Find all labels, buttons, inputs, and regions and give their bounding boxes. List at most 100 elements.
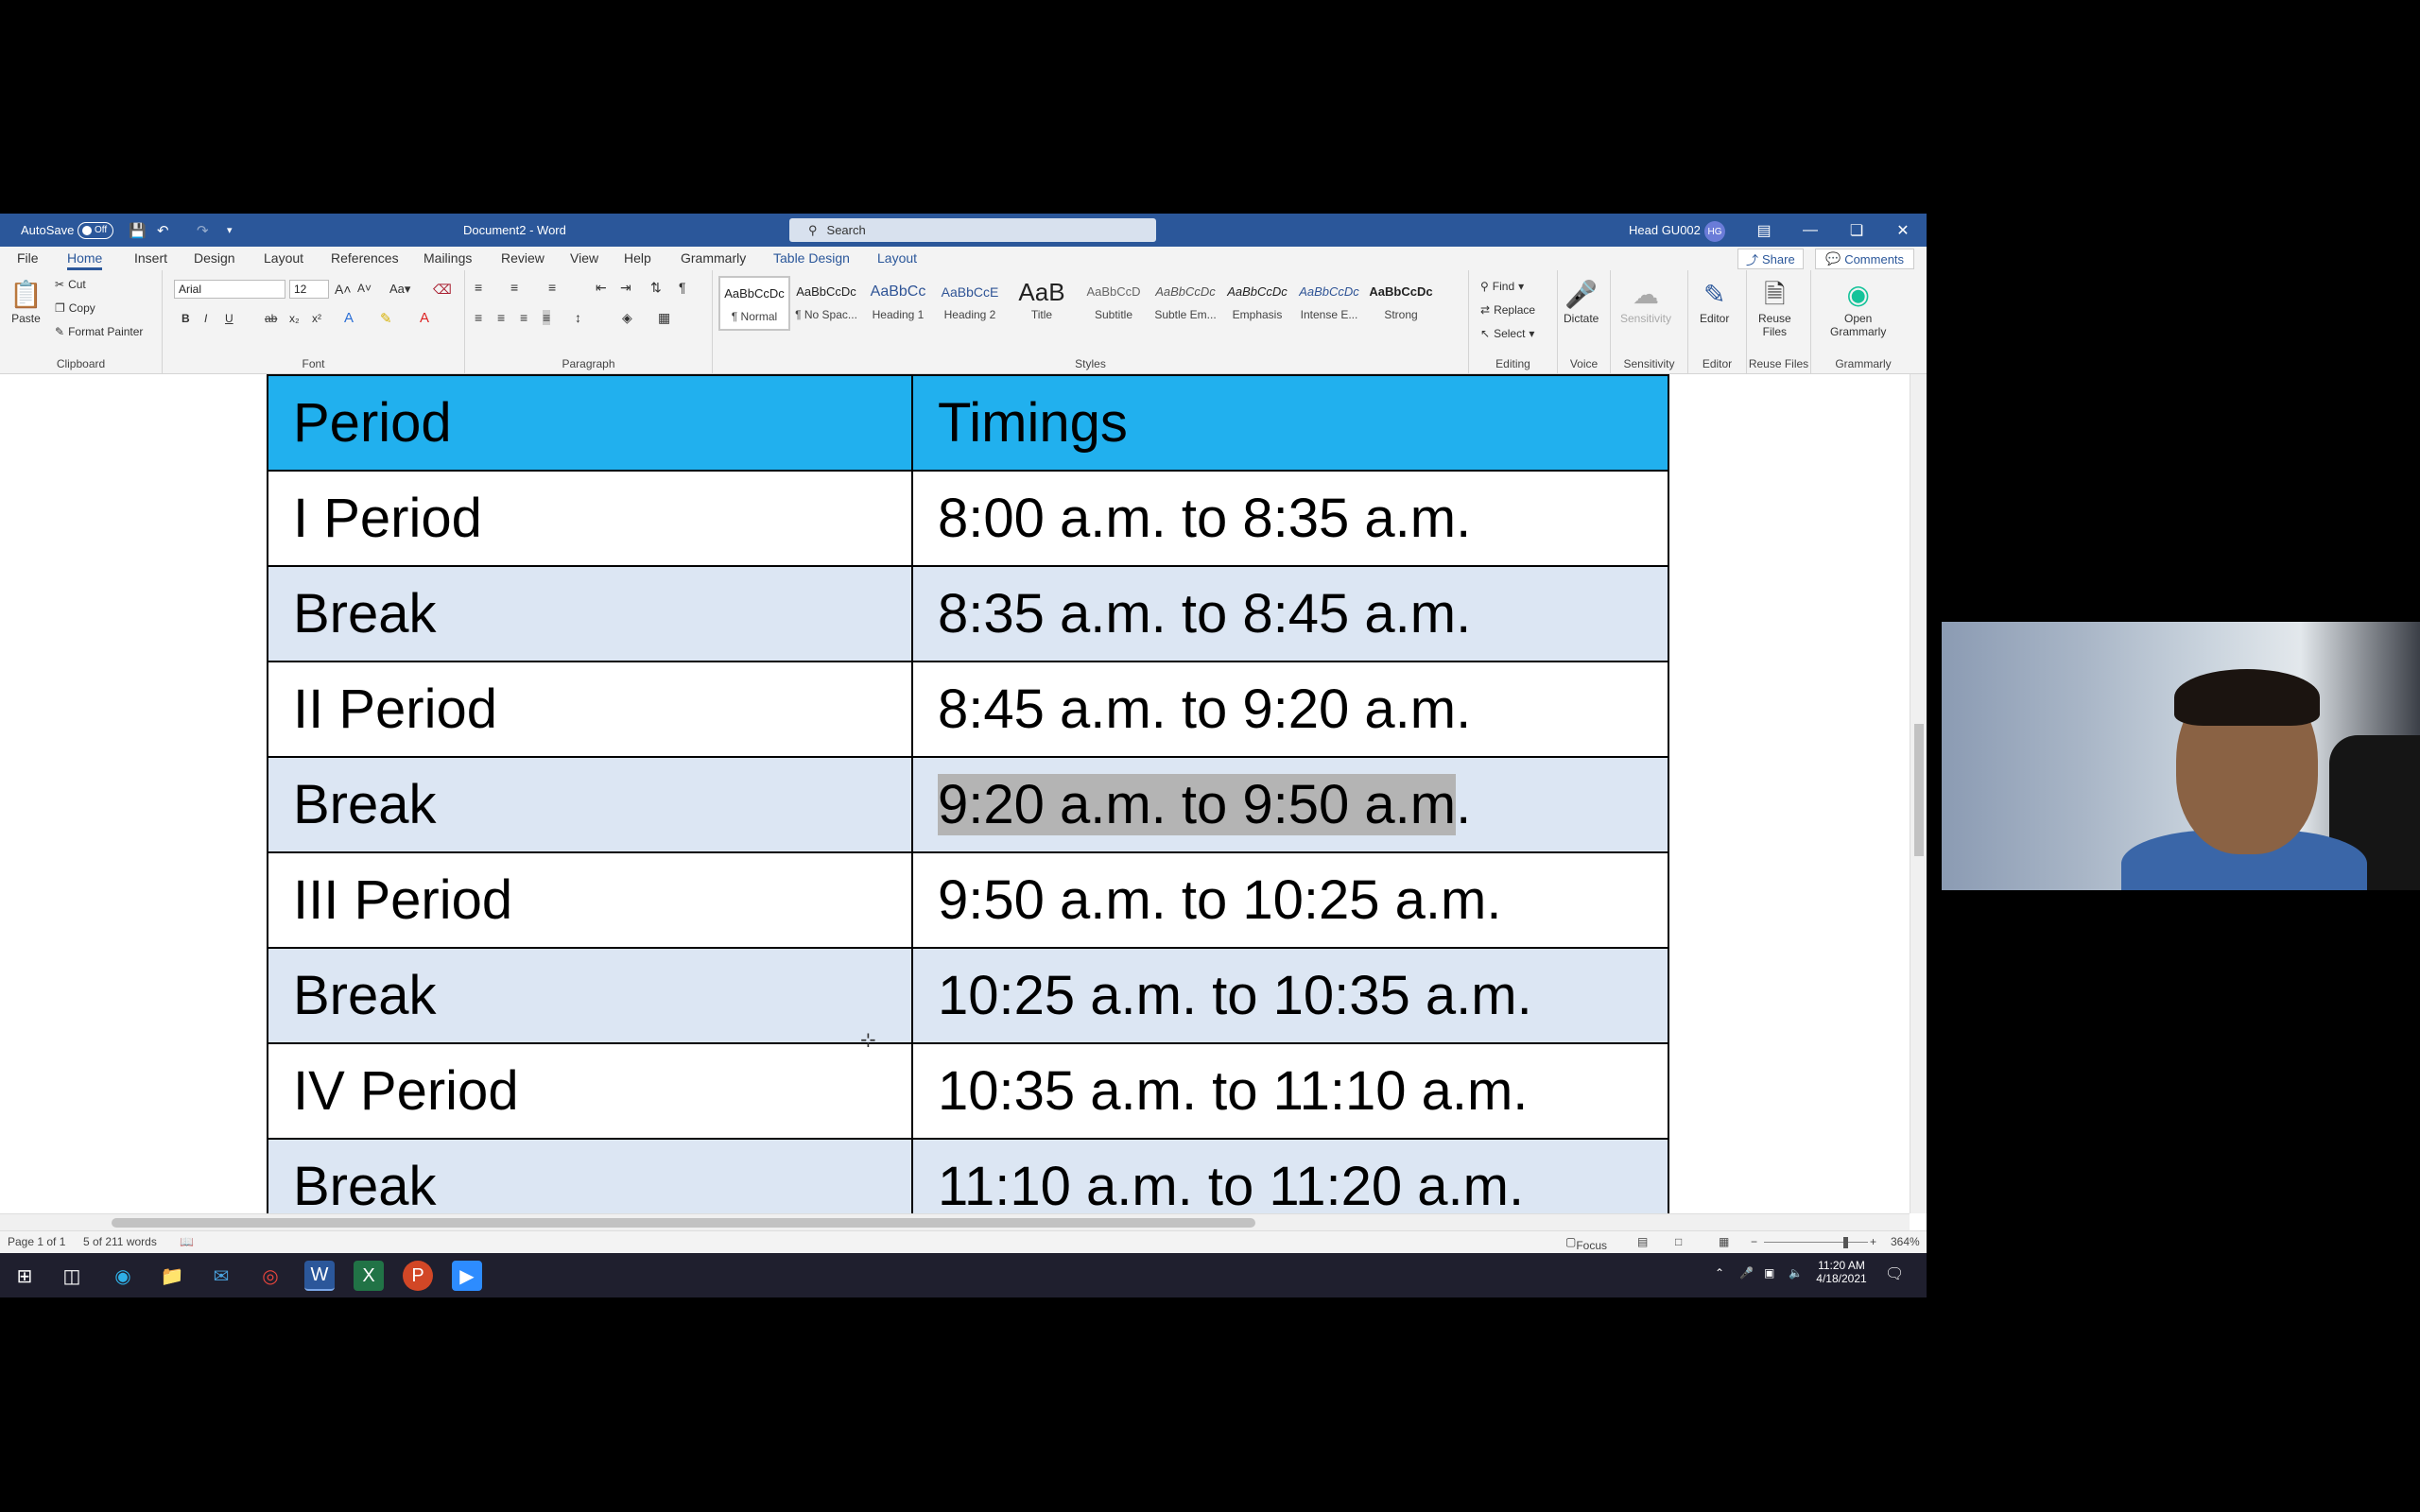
tab-file[interactable]: File [17, 247, 39, 270]
user-name[interactable]: Head GU002 [1629, 214, 1701, 247]
font-size-select[interactable]: 12 [289, 280, 329, 299]
align-left-icon[interactable]: ≡ [475, 310, 482, 325]
increase-indent-icon[interactable]: ⇥ [620, 280, 631, 296]
editor-button[interactable]: ✎ Editor [1700, 278, 1729, 325]
open-grammarly-button[interactable]: ◉ Open Grammarly [1830, 278, 1886, 338]
period-cell[interactable]: III Period [267, 851, 913, 949]
timings-cell[interactable]: 10:25 a.m. to 10:35 a.m. [911, 947, 1669, 1044]
comments-button[interactable]: 💬 Comments [1815, 249, 1915, 269]
style-heading-1[interactable]: AaBbCc Heading 1 [862, 276, 934, 331]
period-cell[interactable]: Break [267, 947, 913, 1044]
document-canvas[interactable]: Period Timings I Period 8:00 a.m. to 8:3… [0, 374, 1910, 1213]
windows-start-icon[interactable]: ⊞ [9, 1261, 40, 1291]
timetable[interactable]: Period Timings I Period 8:00 a.m. to 8:3… [267, 374, 1669, 1213]
style-normal[interactable]: AaBbCcDc ¶ Normal [718, 276, 790, 331]
microphone-tray-icon[interactable]: 🎤 [1739, 1266, 1754, 1280]
align-right-icon[interactable]: ≡ [520, 310, 527, 325]
find-button[interactable]: ⚲ Find ▾ [1480, 280, 1524, 293]
zoom-level[interactable]: 364% [1891, 1235, 1920, 1248]
volume-icon[interactable]: 🔈 [1789, 1266, 1803, 1280]
text-effects-icon[interactable]: A [344, 310, 354, 326]
format-painter-button[interactable]: ✎ Format Painter [55, 325, 143, 338]
autosave-toggle[interactable]: Off [78, 214, 115, 247]
ribbon-display-options-icon[interactable]: ▤ [1745, 214, 1783, 247]
underline-icon[interactable]: U [225, 312, 233, 325]
chrome-icon[interactable]: ◎ [255, 1261, 285, 1291]
style-emphasis[interactable]: AaBbCcDc Emphasis [1221, 276, 1293, 331]
zoom-app-icon[interactable]: ▶ [452, 1261, 482, 1291]
word-count[interactable]: 5 of 211 words [83, 1235, 157, 1248]
header-timings[interactable]: Timings [911, 374, 1669, 472]
timings-cell-selected[interactable]: 9:20 a.m. to 9:50 a.m. [911, 756, 1669, 853]
period-cell[interactable]: Break [267, 565, 913, 662]
tab-review[interactable]: Review [501, 247, 544, 270]
proofing-icon[interactable]: 📖 [180, 1235, 194, 1248]
timings-cell[interactable]: 10:35 a.m. to 11:10 a.m. [911, 1042, 1669, 1140]
task-view-icon[interactable]: ◫ [57, 1261, 87, 1291]
paste-button[interactable]: 📋 Paste [9, 278, 43, 325]
zoom-slider[interactable] [1764, 1242, 1868, 1243]
dictate-button[interactable]: 🎤 Dictate [1564, 278, 1599, 325]
undo-icon[interactable]: ↶ [157, 214, 169, 247]
style-subtle-emphasis[interactable]: AaBbCcDc Subtle Em... [1150, 276, 1221, 331]
period-cell[interactable]: Break [267, 1138, 913, 1213]
tab-insert[interactable]: Insert [134, 247, 167, 270]
style-no-spacing[interactable]: AaBbCcDc ¶ No Spac... [790, 276, 862, 331]
font-color-icon[interactable]: A [420, 310, 429, 326]
clock[interactable]: 11:20 AM 4/18/2021 [1811, 1259, 1872, 1285]
subscript-icon[interactable]: x₂ [289, 312, 300, 325]
tab-layout[interactable]: Layout [264, 247, 303, 270]
sensitivity-button[interactable]: ☁ Sensitivity [1620, 278, 1671, 325]
zoom-slider-handle[interactable] [1843, 1237, 1848, 1248]
align-center-icon[interactable]: ≡ [497, 310, 505, 325]
tab-help[interactable]: Help [624, 247, 651, 270]
period-cell[interactable]: IV Period [267, 1042, 913, 1140]
font-name-select[interactable]: Arial [174, 280, 285, 299]
file-explorer-icon[interactable]: 📁 [157, 1261, 187, 1291]
timings-cell[interactable]: 8:45 a.m. to 9:20 a.m. [911, 661, 1669, 758]
vertical-scroll-thumb[interactable] [1914, 724, 1924, 856]
restore-icon[interactable]: ❏ [1838, 214, 1876, 247]
bold-icon[interactable]: B [182, 312, 190, 325]
copy-button[interactable]: ❐ Copy [55, 301, 95, 315]
horizontal-scrollbar[interactable] [0, 1213, 1910, 1230]
timings-cell[interactable]: 8:35 a.m. to 8:45 a.m. [911, 565, 1669, 662]
tab-design[interactable]: Design [194, 247, 235, 270]
style-title[interactable]: AaB Title [1006, 276, 1078, 331]
line-spacing-icon[interactable]: ↕ [575, 310, 581, 325]
show-hidden-icons-icon[interactable]: ⌃ [1715, 1266, 1724, 1280]
page-count[interactable]: Page 1 of 1 [8, 1235, 65, 1248]
change-case-icon[interactable]: Aa▾ [389, 282, 410, 297]
web-layout-icon[interactable]: ▦ [1719, 1235, 1729, 1248]
period-cell[interactable]: Break [267, 756, 913, 853]
clear-format-icon[interactable]: ⌫ [433, 282, 452, 298]
redo-icon[interactable]: ↷ [197, 214, 209, 247]
replace-button[interactable]: ⇄ Replace [1480, 303, 1535, 317]
style-heading-2[interactable]: AaBbCcE Heading 2 [934, 276, 1006, 331]
powerpoint-icon[interactable]: P [403, 1261, 433, 1291]
timings-cell[interactable]: 8:00 a.m. to 8:35 a.m. [911, 470, 1669, 567]
zoom-in-icon[interactable]: + [1870, 1235, 1876, 1248]
search-box[interactable]: ⚲ Search [789, 218, 1156, 242]
vertical-scrollbar[interactable] [1910, 374, 1927, 1213]
numbering-icon[interactable]: ≡ [510, 280, 518, 295]
tab-table-layout[interactable]: Layout [877, 247, 917, 270]
mail-icon[interactable]: ✉ [206, 1261, 236, 1291]
decrease-indent-icon[interactable]: ⇤ [596, 280, 607, 296]
read-mode-icon[interactable]: ▤ [1637, 1235, 1648, 1248]
focus-button[interactable]: ▢ Focus [1565, 1235, 1607, 1252]
horizontal-scroll-thumb[interactable] [112, 1218, 1255, 1228]
network-icon[interactable]: ▣ [1764, 1266, 1774, 1280]
style-strong[interactable]: AaBbCcDc Strong [1365, 276, 1437, 331]
italic-icon[interactable]: I [204, 312, 207, 325]
tab-home[interactable]: Home [67, 247, 103, 270]
reuse-files-button[interactable]: 🗎 Reuse Files [1758, 278, 1791, 338]
superscript-icon[interactable]: x² [312, 312, 321, 325]
close-icon[interactable]: ✕ [1884, 214, 1922, 247]
borders-icon[interactable]: ▦ [658, 310, 670, 326]
notifications-icon[interactable]: 🗨 [1885, 1264, 1904, 1283]
minimize-icon[interactable]: — [1791, 214, 1829, 247]
print-layout-icon[interactable]: □ [1675, 1235, 1682, 1248]
pilcrow-icon[interactable]: ¶ [679, 280, 686, 295]
excel-icon[interactable]: X [354, 1261, 384, 1291]
